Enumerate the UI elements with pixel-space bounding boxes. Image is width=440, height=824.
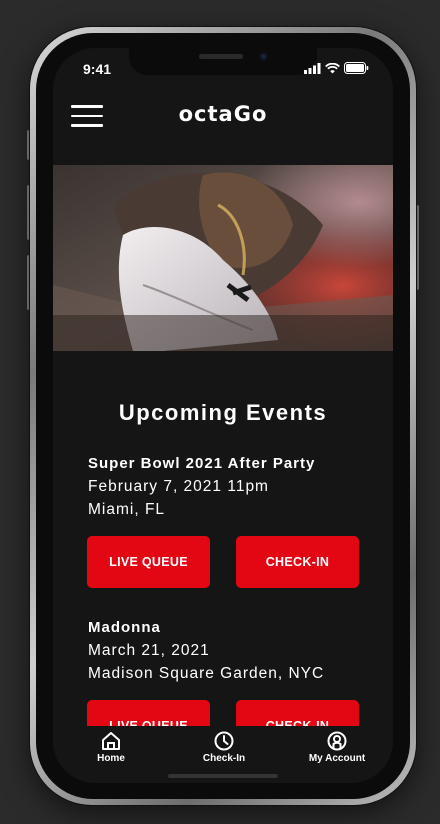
battery-icon [344,62,369,74]
check-in-button[interactable]: CHECK-IN [236,536,359,588]
event-location: Madison Square Garden, NYC [88,665,325,682]
home-icon [102,732,120,750]
app-logo: octaGo [178,102,268,126]
tab-label: Check-In [202,753,246,764]
tab-label: My Account [308,753,366,764]
app-screen: 9:41 octaGo Upcoming Events Super Bowl 2… [53,48,393,783]
status-icons [304,62,369,74]
tab-my-account[interactable]: My Account [292,730,382,764]
tab-label: Home [97,753,125,764]
section-title: Upcoming Events [118,400,328,425]
tab-check-in[interactable]: Check-In [179,730,269,764]
event-date: February 7, 2021 11pm [88,478,269,495]
live-queue-button[interactable]: LIVE QUEUE [87,536,210,588]
status-time: 9:41 [83,61,112,77]
account-icon [327,731,347,751]
wifi-icon [325,62,340,73]
front-camera [259,52,268,61]
event-card: Madonna March 21, 2021 Madison Square Ga… [88,617,324,685]
event-name: Madonna [88,619,161,636]
event-name: Super Bowl 2021 After Party [88,455,316,472]
speaker [199,54,243,59]
tab-home[interactable]: Home [66,730,156,764]
notch [129,48,317,75]
event-card: Super Bowl 2021 After Party February 7, … [88,453,315,521]
home-indicator [168,774,278,778]
event-date: March 21, 2021 [88,642,210,659]
clock-icon [214,731,234,751]
event-location: Miami, FL [88,501,166,518]
signal-icon [304,62,321,74]
hero-image [53,165,393,351]
